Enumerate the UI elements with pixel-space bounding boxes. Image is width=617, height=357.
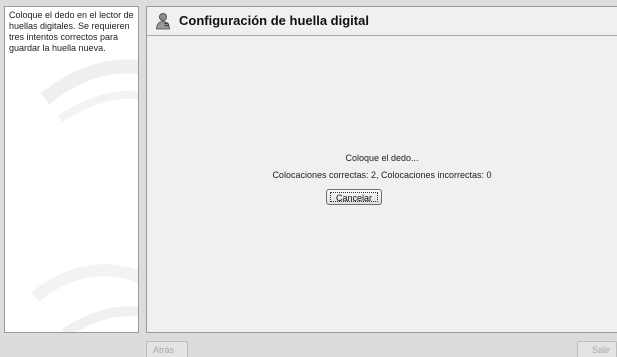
page-title: Configuración de huella digital: [179, 13, 369, 28]
fingerprint-user-icon: [156, 13, 170, 30]
help-panel: Coloque el dedo en el lector de huellas …: [4, 6, 139, 333]
title-bar: Configuración de huella digital: [147, 7, 617, 36]
quit-button[interactable]: Salir: [577, 341, 617, 357]
help-text: Coloque el dedo en el lector de huellas …: [9, 10, 134, 53]
cancel-button[interactable]: Cancelar: [326, 189, 382, 205]
back-button[interactable]: Atrás: [146, 341, 188, 357]
cancel-button-label: Cancelar: [330, 192, 378, 203]
attempt-counts: Colocaciones correctas: 2, Colocaciones …: [272, 170, 492, 180]
status-message: Coloque el dedo...: [345, 153, 419, 163]
decorative-swirl-graphic: [31, 59, 138, 332]
main-panel: Configuración de huella digital Coloque …: [146, 6, 617, 333]
